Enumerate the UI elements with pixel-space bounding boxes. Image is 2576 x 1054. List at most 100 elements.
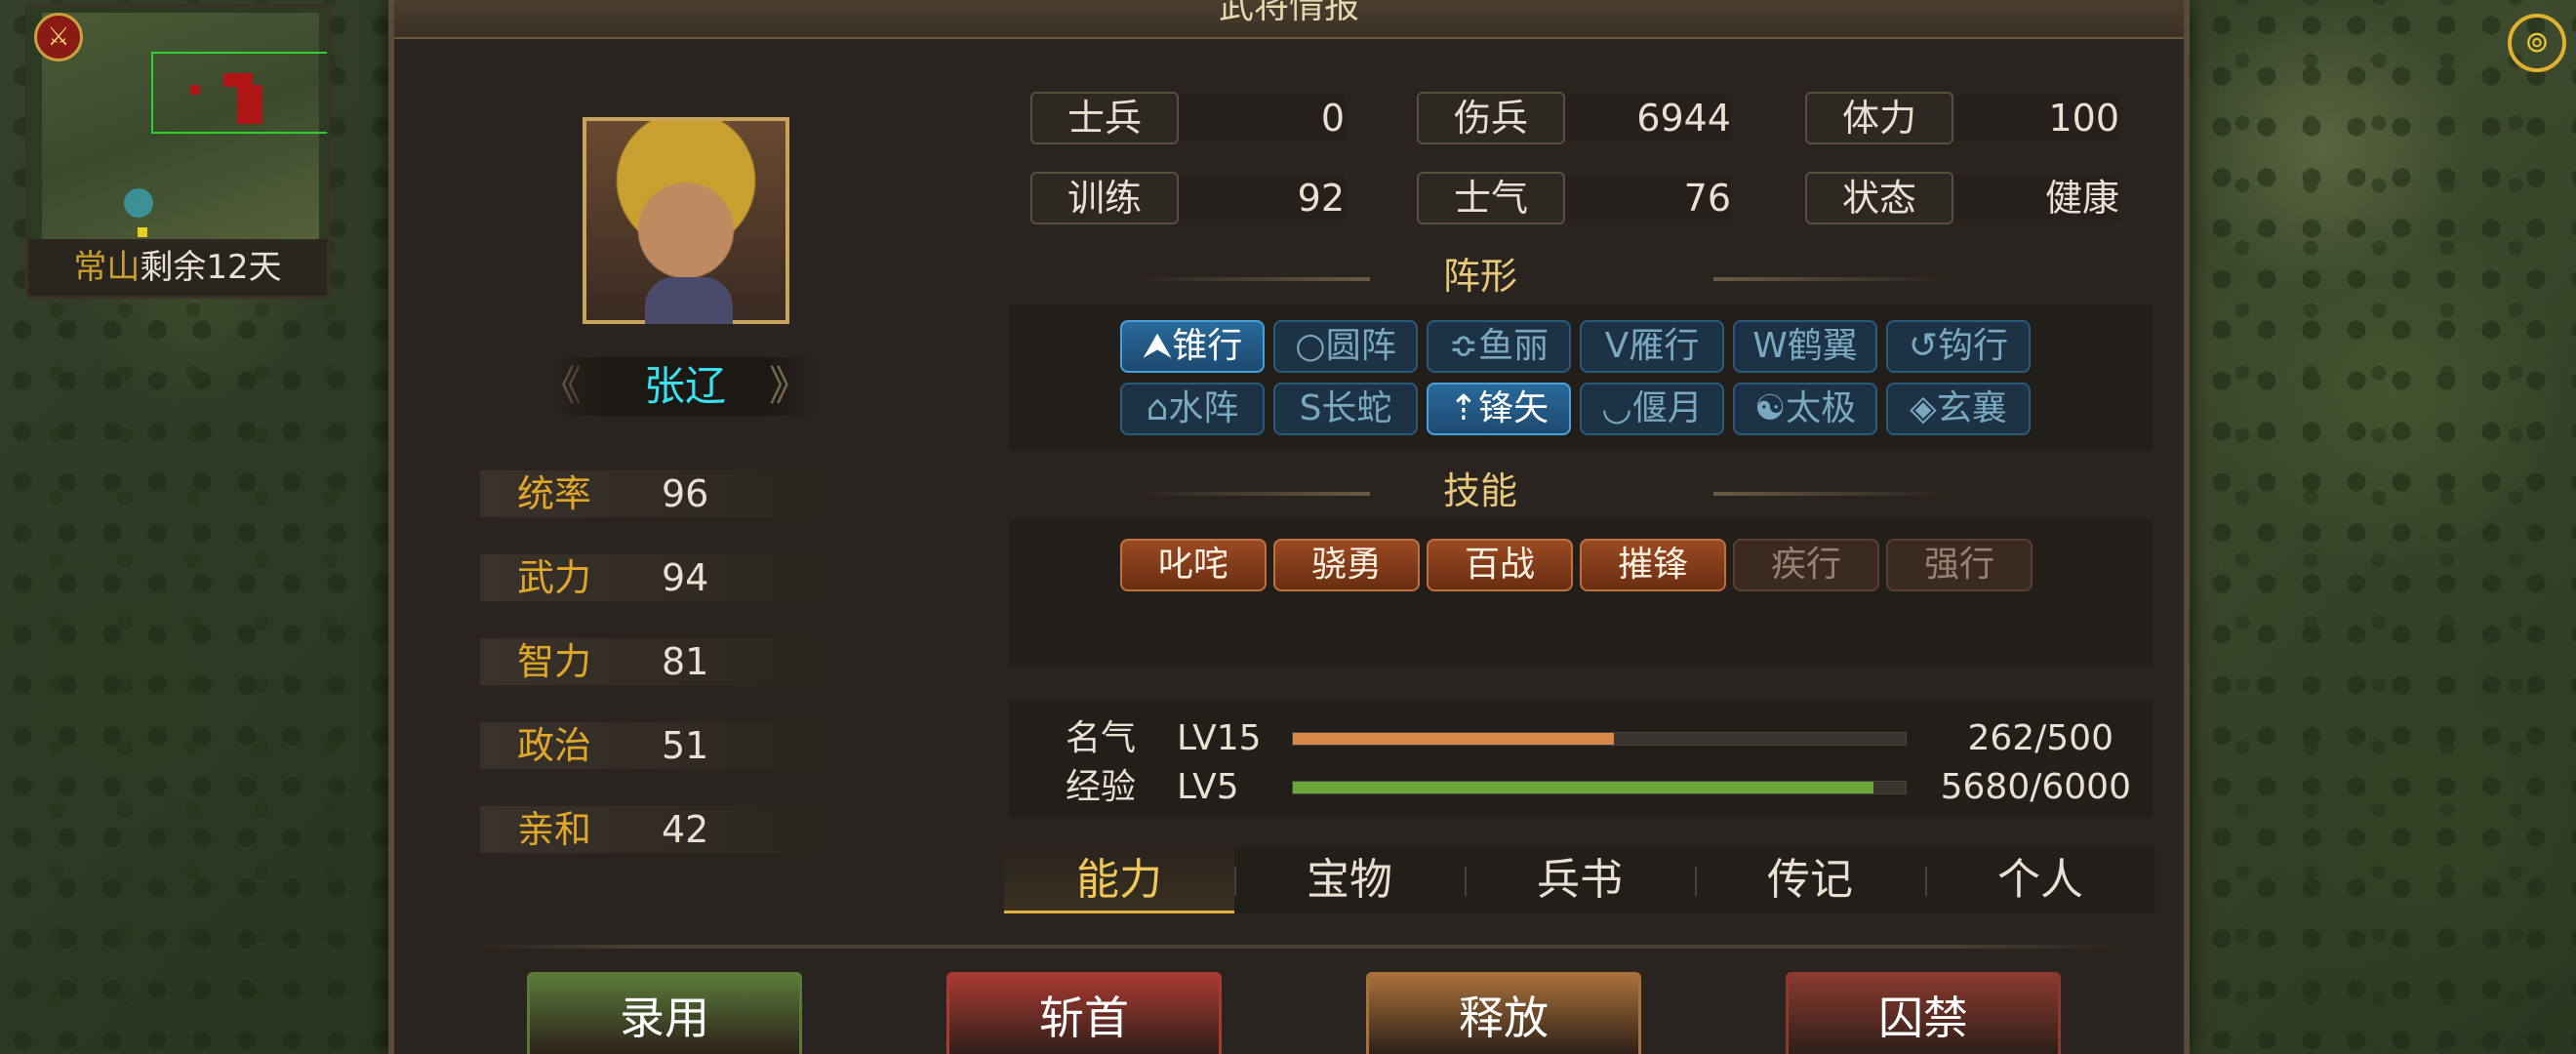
troop-info-value: 0: [1320, 97, 1345, 140]
minimap-lake: [124, 188, 153, 218]
troop-info-item: 体力 100: [1805, 92, 2119, 144]
panel-title: 武将情报: [394, 0, 2184, 39]
fame-bar-fill: [1293, 733, 1615, 745]
skill-button[interactable]: 强行: [1886, 539, 2033, 591]
tab-item[interactable]: 兵书: [1465, 847, 1695, 913]
formation-icon: ⌂: [1146, 388, 1169, 428]
skill-button[interactable]: 百战: [1427, 539, 1573, 591]
days-remaining: 剩余12天: [140, 248, 282, 287]
troop-info-item: 士兵 0: [1030, 92, 1345, 144]
minimap-mode-icon[interactable]: ⚔: [34, 13, 83, 61]
exp-bar-fill: [1293, 782, 1873, 793]
formation-icon: V: [1604, 326, 1630, 366]
troop-info-value: 6944: [1636, 97, 1731, 140]
troop-info-label: 状态: [1805, 172, 1953, 224]
formation-button[interactable]: ≎鱼丽: [1427, 320, 1571, 373]
attribute-value: 81: [662, 640, 709, 683]
skills-title: 技能: [1442, 469, 1517, 512]
formation-label: 水阵: [1168, 388, 1239, 428]
action-button[interactable]: 斩首: [946, 972, 1222, 1054]
formation-button[interactable]: ⮝锥行: [1120, 320, 1265, 373]
minimap-ally-marker: [138, 227, 147, 237]
formation-label: 偃月: [1631, 388, 1703, 428]
fame-bar: [1292, 732, 1907, 746]
tab-item[interactable]: 能力: [1004, 847, 1234, 913]
tab-separator: [1465, 867, 1467, 896]
troop-info-value: 100: [2048, 97, 2119, 140]
skill-button[interactable]: 摧锋: [1580, 539, 1726, 591]
formation-button[interactable]: ↺钩行: [1886, 320, 2031, 373]
attribute-label: 亲和: [517, 808, 592, 851]
formation-button[interactable]: ⇡锋矢: [1427, 383, 1571, 435]
troop-info-label: 体力: [1805, 92, 1953, 144]
attribute-label: 武力: [517, 556, 592, 599]
tab-separator: [1695, 867, 1697, 896]
section-ornament: [1136, 492, 1370, 496]
section-ornament: [1713, 277, 1948, 281]
minimap-enemy-marker: [190, 85, 200, 95]
formation-button[interactable]: ○圆阵: [1273, 320, 1418, 373]
action-button[interactable]: 释放: [1366, 972, 1641, 1054]
troop-info-value: 健康: [2044, 177, 2119, 220]
formation-icon: S: [1299, 388, 1322, 428]
troop-info-item: 士气 76: [1417, 172, 1731, 224]
attribute-row: 亲和 42: [480, 806, 829, 853]
fame-value: 262/500: [1967, 718, 2113, 758]
formation-button[interactable]: ☯太极: [1733, 383, 1877, 435]
fame-row: 名气 LV15 262/500: [1009, 712, 2153, 765]
action-button[interactable]: 囚禁: [1786, 972, 2061, 1054]
section-ornament: [1136, 277, 1370, 281]
minimap-status: 常山剩余12天: [28, 239, 327, 296]
formation-label: 太极: [1786, 388, 1857, 428]
formation-label: 鹤翼: [1787, 326, 1858, 366]
next-general-icon[interactable]: 》: [769, 357, 810, 416]
formation-icon: ≎: [1448, 326, 1479, 366]
tab-item[interactable]: 传记: [1695, 847, 1925, 913]
formation-icon: ⇡: [1448, 388, 1479, 428]
attribute-value: 96: [662, 472, 709, 515]
tab-item[interactable]: 宝物: [1234, 847, 1465, 913]
exp-value: 5680/6000: [1940, 767, 2131, 807]
troop-info-label: 士兵: [1030, 92, 1179, 144]
general-info-panel: 武将情报 《 张辽 》 统率96武力94智力81政治51亲和42 士兵0伤兵69…: [388, 0, 2190, 1054]
region-name: 常山: [73, 248, 141, 287]
formation-button[interactable]: V雁行: [1580, 320, 1724, 373]
detail-tabs: 能力 宝物 兵书 传记 个人: [1004, 847, 2155, 913]
formation-button[interactable]: ◈玄襄: [1886, 383, 2031, 435]
action-button[interactable]: 录用: [527, 972, 802, 1054]
troop-info-label: 训练: [1030, 172, 1179, 224]
progress-panel: 名气 LV15 262/500 经验 LV5 5680/6000: [1009, 701, 2153, 818]
attribute-value: 51: [662, 724, 709, 767]
exp-bar: [1292, 781, 1907, 794]
formation-button[interactable]: S长蛇: [1273, 383, 1418, 435]
formation-button[interactable]: W鹤翼: [1733, 320, 1877, 373]
skill-button[interactable]: 骁勇: [1273, 539, 1420, 591]
formation-icon: ↺: [1908, 326, 1939, 366]
tab-item[interactable]: 个人: [1925, 847, 2155, 913]
formation-icon: ☯: [1753, 388, 1787, 428]
attribute-label: 统率: [517, 472, 592, 515]
exp-level: LV5: [1177, 767, 1239, 807]
exp-label: 经验: [1066, 767, 1137, 807]
section-ornament: [1713, 492, 1948, 496]
tab-separator: [1925, 867, 1927, 896]
skill-button[interactable]: 疾行: [1733, 539, 1879, 591]
exp-row: 经验 LV5 5680/6000: [1009, 761, 2153, 814]
attribute-row: 武力 94: [480, 554, 829, 601]
formation-icon: ◈: [1910, 388, 1937, 428]
fame-label: 名气: [1066, 718, 1137, 758]
formation-label: 长蛇: [1321, 388, 1392, 428]
troop-info-value: 76: [1683, 177, 1731, 220]
formation-icon: W: [1752, 326, 1788, 366]
formation-label: 雁行: [1629, 326, 1700, 366]
compass-icon[interactable]: ⊚: [2508, 14, 2566, 72]
formation-button[interactable]: ⌂水阵: [1120, 383, 1265, 435]
divider: [470, 945, 2119, 949]
formation-icon: ⮝: [1142, 326, 1173, 366]
attribute-row: 政治 51: [480, 722, 829, 769]
formation-label: 钩行: [1938, 326, 2009, 366]
minimap[interactable]: ⚔ 常山剩余12天: [25, 4, 330, 299]
skill-button[interactable]: 叱咤: [1120, 539, 1267, 591]
attribute-value: 94: [662, 556, 709, 599]
formation-button[interactable]: ◡偃月: [1580, 383, 1724, 435]
